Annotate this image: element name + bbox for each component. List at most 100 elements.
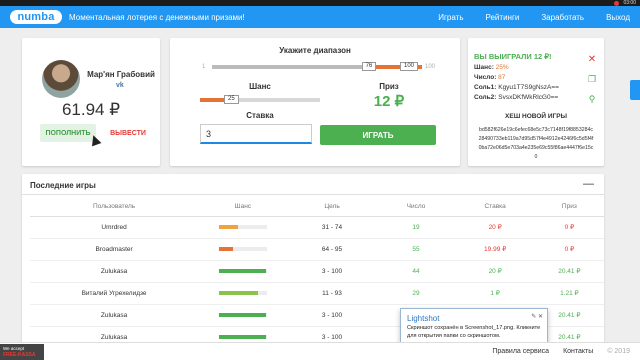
- cell-bet: 1 ₽: [455, 282, 535, 305]
- close-icon[interactable]: ✕: [585, 54, 599, 74]
- copy-icon[interactable]: ❐: [585, 74, 599, 94]
- range-max-label: 100: [425, 64, 436, 70]
- divider: [22, 194, 604, 195]
- chance-bar-fill: [218, 335, 266, 339]
- record-icon: [614, 0, 620, 6]
- range-selected-gray: [212, 65, 372, 69]
- nav-logout[interactable]: Выход: [606, 13, 630, 22]
- cell-number: 55: [376, 238, 456, 261]
- range-min-label: 1: [202, 64, 206, 70]
- nav-ratings[interactable]: Рейтинги: [486, 13, 520, 22]
- table-row: Zulukasa 3 - 100 44 20 ₽20.41 ₽: [30, 260, 604, 283]
- cell-number: 19: [376, 216, 456, 239]
- avatar: [42, 60, 80, 98]
- prize-value: 12 ₽: [373, 93, 405, 110]
- col-prize: Приз: [534, 198, 604, 217]
- nav-earn[interactable]: Заработать: [541, 13, 584, 22]
- win-salt1-row: Соль1: Kgyu1T7S9gNszA==: [474, 84, 559, 91]
- cell-number: 44: [376, 260, 456, 283]
- cell-chance: [198, 238, 288, 261]
- tagline: Моментальная лотерея с денежными призами…: [69, 12, 245, 22]
- cell-prize: 0 ₽: [534, 238, 604, 261]
- table-row: Виталий Угрехелидзе 11 - 93 29 1 ₽1.21 ₽: [30, 282, 604, 305]
- collapse-icon[interactable]: —: [583, 178, 594, 190]
- cell-user: Виталий Угрехелидзе: [30, 282, 199, 305]
- col-chance: Шанс: [198, 198, 288, 217]
- chance-bar-fill: [218, 291, 259, 295]
- cell-chance: [198, 282, 288, 305]
- chance-bar-fill: [218, 225, 239, 229]
- logo[interactable]: numba: [10, 10, 62, 24]
- deposit-button[interactable]: ПОПОЛНИТЬ: [40, 124, 96, 142]
- cell-bet: 20 ₽: [455, 260, 535, 283]
- cell-prize: 1.21 ₽: [534, 282, 604, 305]
- col-user: Пользователь: [30, 198, 199, 217]
- freekassa-line2: FREE-KASSA: [3, 352, 36, 358]
- recent-title: Последние игры: [30, 181, 96, 190]
- cell-user: Zulukasa: [30, 304, 199, 327]
- toast-title: Lightshot: [407, 314, 440, 323]
- pin-icon[interactable]: ✎: [531, 314, 536, 320]
- cell-user: Umrdred: [30, 216, 199, 239]
- range-high-handle[interactable]: 100: [400, 62, 419, 71]
- close-icon[interactable]: ✕: [538, 314, 543, 320]
- cell-prize: 0 ₽: [534, 216, 604, 239]
- cell-bet: 20 ₽: [455, 216, 535, 239]
- win-title: ВЫ ВЫИГРАЛИ 12 ₽!: [474, 52, 552, 61]
- side-tab[interactable]: [630, 80, 640, 100]
- chance-label: Шанс: [249, 82, 271, 91]
- hash-text: bd582f626e19c6efec68e5c73c7148f19f885328…: [478, 127, 594, 160]
- cell-target: 64 - 95: [287, 238, 377, 261]
- contacts-link[interactable]: Контакты: [563, 348, 593, 355]
- win-chance-label: Шанс:: [474, 64, 494, 71]
- cell-target: 31 - 74: [287, 216, 377, 239]
- win-actions: ✕ ❐ ⚲: [585, 54, 599, 114]
- nav-play[interactable]: Играть: [438, 13, 463, 22]
- rules-link[interactable]: Правила сервиса: [492, 348, 549, 355]
- cell-bet: 19.99 ₽: [455, 238, 535, 261]
- win-salt2-value: SvsxDKfWkRlcG0==: [498, 94, 559, 101]
- win-chance-row: Шанс: 25%: [474, 64, 509, 71]
- cell-chance: [198, 260, 288, 283]
- bet-input[interactable]: 3: [200, 124, 312, 144]
- cell-target: 3 - 100: [287, 304, 377, 327]
- win-card: ВЫ ВЫИГРАЛИ 12 ₽! Шанс: 25% Число: 87 Со…: [468, 38, 604, 166]
- chance-bar: [218, 313, 267, 317]
- withdraw-button[interactable]: ВЫВЕСТИ: [104, 124, 152, 142]
- win-salt2-row: Соль2: SvsxDKfWkRlcG0==: [474, 94, 558, 101]
- chance-handle[interactable]: 25: [224, 95, 239, 104]
- chance-bar: [218, 247, 267, 251]
- range-low-handle[interactable]: 76: [361, 62, 377, 71]
- win-number-label: Число:: [474, 74, 497, 81]
- vk-icon: vk: [116, 82, 124, 89]
- copyright: © 2019: [607, 348, 630, 355]
- freekassa-badge[interactable]: We accept FREE-KASSA: [0, 344, 44, 360]
- chance-bar: [218, 269, 267, 273]
- range-title: Укажите диапазон: [279, 46, 351, 55]
- win-chance-value: 25%: [495, 64, 509, 71]
- cell-target: 3 - 100: [287, 260, 377, 283]
- profile-card: Мар'ян Грабовий vk 61.94 ₽ ПОПОЛНИТЬ ВЫВ…: [22, 38, 160, 166]
- hash-title: ХЕШ НОВОЙ ИГРЫ: [505, 113, 567, 120]
- chance-slider[interactable]: 25: [200, 95, 320, 104]
- play-button[interactable]: ИГРАТЬ: [320, 125, 436, 145]
- chance-bar-fill: [218, 269, 266, 273]
- chance-bar: [218, 225, 267, 229]
- game-card: Укажите диапазон 1 76 100 100 Шанс 25 Пр…: [170, 38, 460, 166]
- col-number: Число: [376, 198, 456, 217]
- balance: 61.94 ₽: [61, 100, 121, 119]
- table-header-row: Пользователь Шанс Цель Число Ставка Приз: [30, 198, 604, 217]
- bet-label: Ставка: [246, 111, 274, 120]
- chance-bar: [218, 335, 267, 339]
- win-salt2-label: Соль2:: [474, 94, 497, 101]
- cell-user: Zulukasa: [30, 260, 199, 283]
- win-salt1-label: Соль1:: [474, 84, 497, 91]
- app-header: numba Моментальная лотерея с денежными п…: [0, 6, 640, 28]
- table-row: Broadmaster 64 - 95 55 19.99 ₽0 ₽: [30, 238, 604, 261]
- main-nav: Играть Рейтинги Заработать Выход: [438, 13, 630, 22]
- col-bet: Ставка: [455, 198, 535, 217]
- col-target: Цель: [287, 198, 377, 217]
- footer: Правила сервиса Контакты © 2019: [0, 342, 640, 360]
- range-slider[interactable]: 76 100: [212, 62, 422, 71]
- search-icon[interactable]: ⚲: [585, 94, 599, 114]
